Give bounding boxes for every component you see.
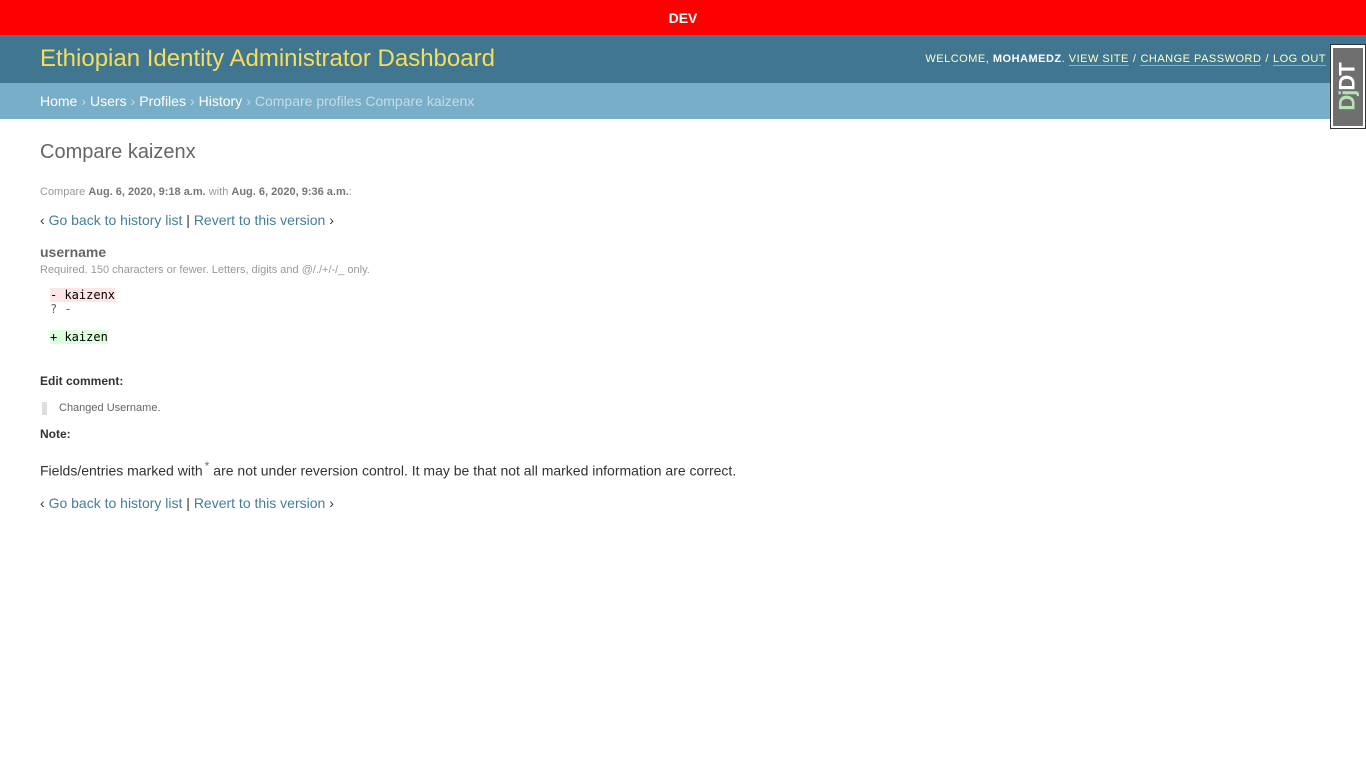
reversion-star: * — [204, 459, 210, 473]
log-out-link[interactable]: LOG OUT — [1272, 53, 1326, 66]
bottom-nav-links: ‹ Go back to history list | Revert to th… — [40, 494, 334, 511]
debug-toolbar-dj: Dj — [1335, 90, 1361, 111]
main-content: Compare kaizenx Compare Aug. 6, 2020, 9:… — [0, 119, 1366, 547]
date-to: Aug. 6, 2020, 9:36 a.m. — [231, 186, 349, 198]
date-from: Aug. 6, 2020, 9:18 a.m. — [88, 186, 206, 198]
welcome-text: WELCOME, — [925, 53, 990, 65]
compare-summary: Compare Aug. 6, 2020, 9:18 a.m. with Aug… — [40, 186, 352, 198]
top-nav-links: ‹ Go back to history list | Revert to th… — [40, 212, 334, 228]
view-site-link[interactable]: VIEW SITE — [1068, 53, 1129, 66]
diff-hint-line: ? - — [50, 302, 72, 316]
note-text: Fields/entries marked with * are not under… — [40, 459, 737, 479]
revert-version-link-bottom[interactable]: Revert to this version — [194, 495, 326, 511]
breadcrumb-home[interactable]: Home — [40, 93, 77, 109]
note-label: Note: — [40, 427, 71, 441]
field-name: username — [40, 244, 107, 260]
breadcrumb-current: Compare profiles Compare kaizenx — [254, 93, 475, 109]
breadcrumb: Home › Users › Profiles › History › Comp… — [0, 83, 1366, 119]
back-to-history-link[interactable]: Go back to history list — [49, 212, 183, 228]
debug-toolbar-dt: DT — [1335, 62, 1361, 91]
field-help: Required. 150 characters or fewer. Lette… — [40, 264, 370, 276]
page-title: Compare kaizenx — [40, 141, 196, 163]
env-banner: DEV — [0, 0, 1366, 35]
breadcrumb-profiles[interactable]: Profiles — [139, 93, 186, 109]
edit-comment-label: Edit comment: — [40, 374, 124, 388]
change-password-link[interactable]: CHANGE PASSWORD — [1140, 53, 1262, 66]
diff-added-line: + kaizen — [50, 330, 108, 344]
debug-toolbar-icon: DjDT — [1333, 47, 1363, 126]
site-title[interactable]: Ethiopian Identity Administrator Dashboa… — [40, 45, 495, 73]
header: Ethiopian Identity Administrator Dashboa… — [0, 35, 1366, 83]
diff-block: - kaizenx ? - + kaizen — [50, 288, 1326, 344]
username: MOHAMEDZ — [992, 53, 1062, 65]
env-banner-label: DEV — [668, 9, 698, 26]
debug-toolbar-handle[interactable]: DjDT — [1330, 44, 1366, 129]
breadcrumb-users[interactable]: Users — [90, 93, 127, 109]
diff-removed-line: - kaizenx — [50, 288, 116, 302]
revert-version-link[interactable]: Revert to this version — [194, 212, 326, 228]
back-to-history-link-bottom[interactable]: Go back to history list — [49, 495, 183, 511]
user-tools: WELCOME, MOHAMEDZ. VIEW SITE / CHANGE PASS… — [925, 53, 1326, 66]
breadcrumb-history[interactable]: History — [199, 93, 243, 109]
edit-comment-text: Changed Username. — [42, 402, 1326, 415]
